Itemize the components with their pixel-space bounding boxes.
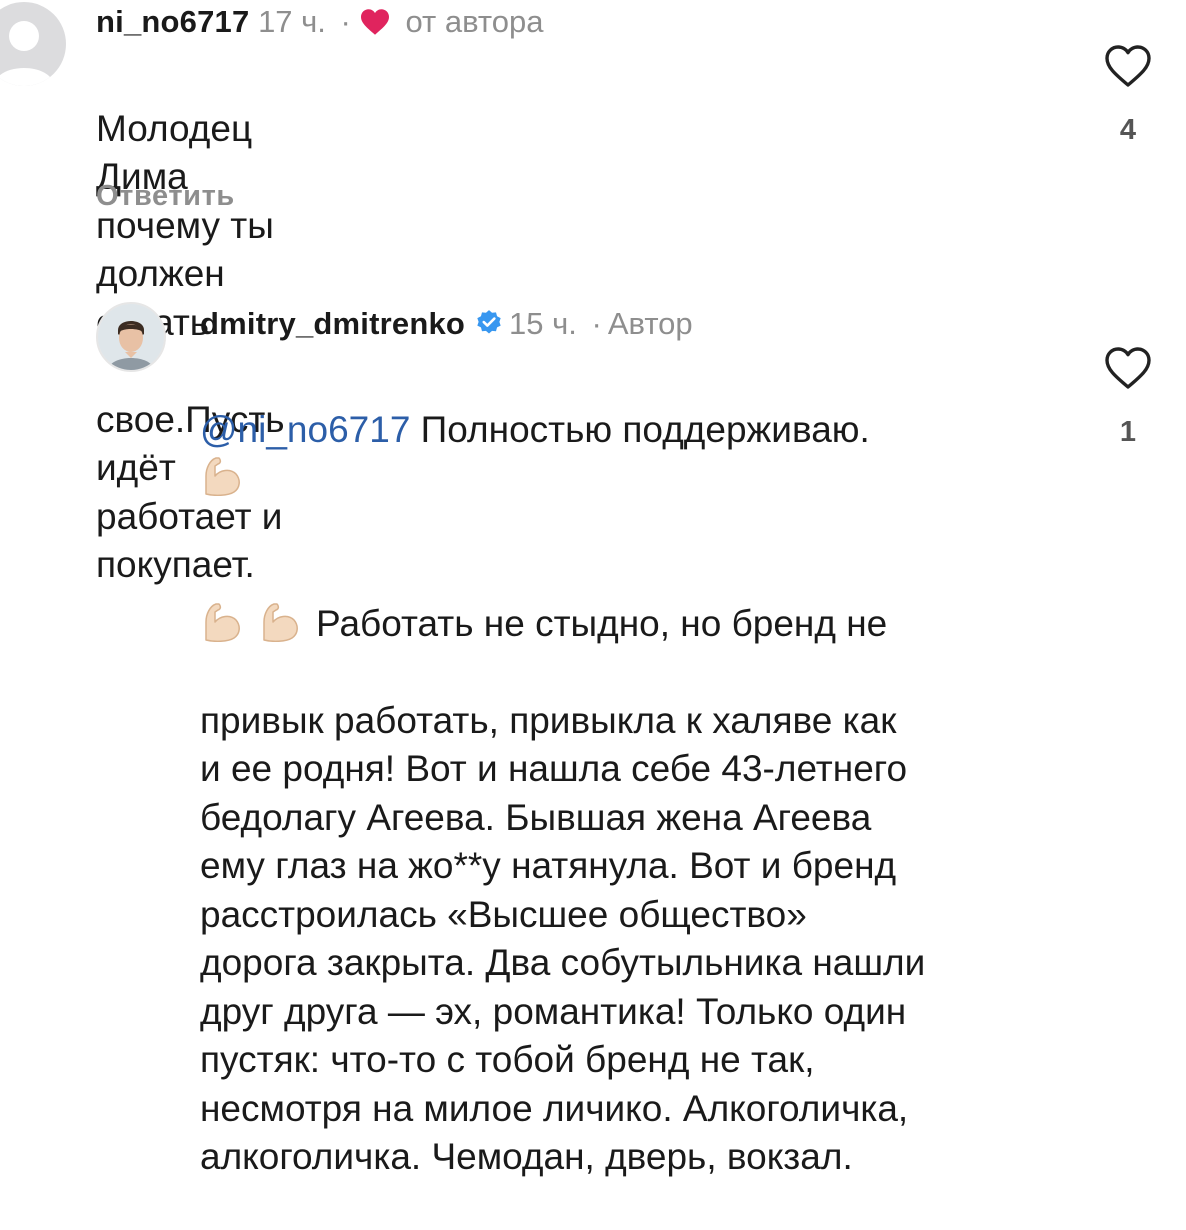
heart-outline-icon bbox=[1105, 347, 1151, 389]
username[interactable]: ni_no6717 bbox=[96, 4, 249, 39]
timestamp: 15 ч. bbox=[509, 306, 577, 341]
author-badge: Автор bbox=[607, 306, 693, 341]
like-button[interactable]: 1 bbox=[1098, 346, 1158, 449]
separator: · bbox=[591, 306, 602, 341]
comment-text-lead: Полностью поддерживаю. bbox=[410, 408, 870, 450]
avatar[interactable] bbox=[96, 302, 166, 372]
comment-text-rest: привык работать, привыкла к халяве как и… bbox=[200, 699, 926, 1178]
reply-button[interactable]: Ответить bbox=[96, 180, 235, 213]
username[interactable]: dmitry_dmitrenko bbox=[200, 306, 465, 341]
comment-text-line: @ni_no6717 Полностью поддерживаю. bbox=[200, 406, 1080, 503]
comment-text-line: Работать не стыдно, но бренд не bbox=[200, 551, 1080, 648]
comment-text: @ni_no6717 Полностью поддерживаю. Работа… bbox=[200, 357, 1080, 1230]
avatar-placeholder-icon bbox=[0, 21, 54, 86]
like-count: 4 bbox=[1119, 114, 1137, 146]
comment-meta: dmitry_dmitrenko 15 ч. · Автор bbox=[200, 304, 693, 344]
comment-text-part: Работать не стыдно, но бренд не bbox=[316, 602, 888, 644]
avatar[interactable] bbox=[0, 2, 66, 86]
flexed-biceps-icon bbox=[205, 457, 240, 496]
flexed-biceps-icon bbox=[205, 602, 240, 642]
avatar-photo-icon bbox=[98, 304, 164, 370]
heart-outline-icon bbox=[1105, 45, 1151, 87]
verified-badge-icon bbox=[477, 310, 501, 334]
separator: · bbox=[340, 4, 351, 39]
author-like-label: от автора bbox=[405, 4, 544, 39]
mention-link[interactable]: @ni_no6717 bbox=[200, 409, 410, 450]
timestamp: 17 ч. bbox=[258, 4, 326, 39]
like-button[interactable]: 4 bbox=[1098, 44, 1158, 147]
like-count: 1 bbox=[1119, 416, 1137, 448]
flexed-biceps-icon bbox=[263, 602, 298, 642]
comment-meta: ni_no6717 17 ч. · от автора bbox=[96, 2, 543, 42]
heart-filled-icon bbox=[360, 9, 389, 35]
